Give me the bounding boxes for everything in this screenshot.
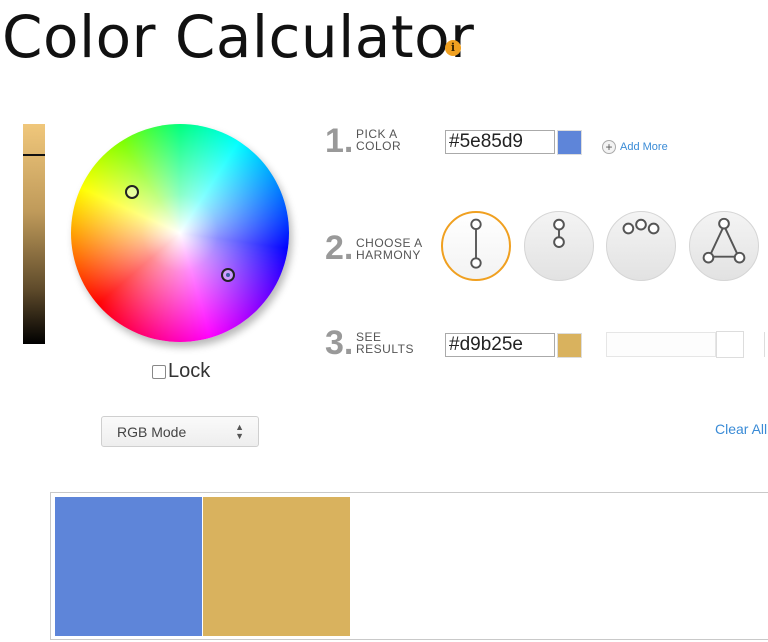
lock-control[interactable]: Lock: [152, 360, 210, 383]
step-number-harmony: 2.: [325, 229, 354, 267]
harmony-complementary-button[interactable]: [441, 211, 511, 281]
brightness-slider[interactable]: [23, 124, 45, 344]
select-arrows-icon: ▲ ▼: [235, 422, 244, 441]
palette-preview: [50, 492, 768, 640]
monochromatic-icon: [553, 218, 565, 248]
result-slot-swatch-empty[interactable]: [716, 331, 744, 358]
step-label-pick-line2: COLOR: [356, 139, 402, 153]
brightness-slider-handle[interactable]: [23, 154, 45, 156]
plus-icon: +: [602, 140, 616, 154]
result-color-swatch[interactable]: [557, 333, 582, 358]
analogous-icon: [622, 218, 660, 235]
palette-swatch[interactable]: [203, 497, 350, 636]
pick-color-swatch[interactable]: [557, 130, 582, 155]
clear-all-link[interactable]: Clear All: [715, 421, 767, 437]
lock-checkbox[interactable]: [152, 364, 166, 379]
triad-icon: [702, 217, 746, 264]
result-slot-empty: [606, 332, 716, 357]
complementary-icon: [470, 218, 482, 269]
harmony-monochromatic-button[interactable]: [524, 211, 594, 281]
harmony-analogous-button[interactable]: [606, 211, 676, 281]
mode-select-value: RGB Mode: [117, 423, 187, 440]
step-number-pick: 1.: [325, 122, 354, 160]
pick-color-hex-input[interactable]: #5e85d9: [445, 130, 555, 154]
add-more-button[interactable]: + Add More: [602, 140, 668, 154]
step-number-results: 3.: [325, 324, 354, 362]
lock-label: Lock: [168, 360, 211, 382]
color-wheel-handle-primary[interactable]: [221, 268, 235, 282]
info-icon[interactable]: i: [445, 40, 461, 56]
result-color-hex-input[interactable]: #d9b25e: [445, 333, 555, 357]
palette-swatch[interactable]: [55, 497, 202, 636]
step-label-harmony-line2: HARMONY: [356, 248, 421, 262]
add-more-label: Add More: [620, 141, 668, 153]
color-wheel-handle-secondary[interactable]: [125, 185, 139, 199]
harmony-triad-button[interactable]: [689, 211, 759, 281]
page-title: Color Calculator: [2, 3, 475, 71]
step-label-results-line2: RESULTS: [356, 342, 414, 356]
result-slot-edge: [764, 332, 768, 357]
mode-select[interactable]: RGB Mode ▲ ▼: [101, 416, 259, 447]
color-wheel[interactable]: [71, 124, 289, 342]
